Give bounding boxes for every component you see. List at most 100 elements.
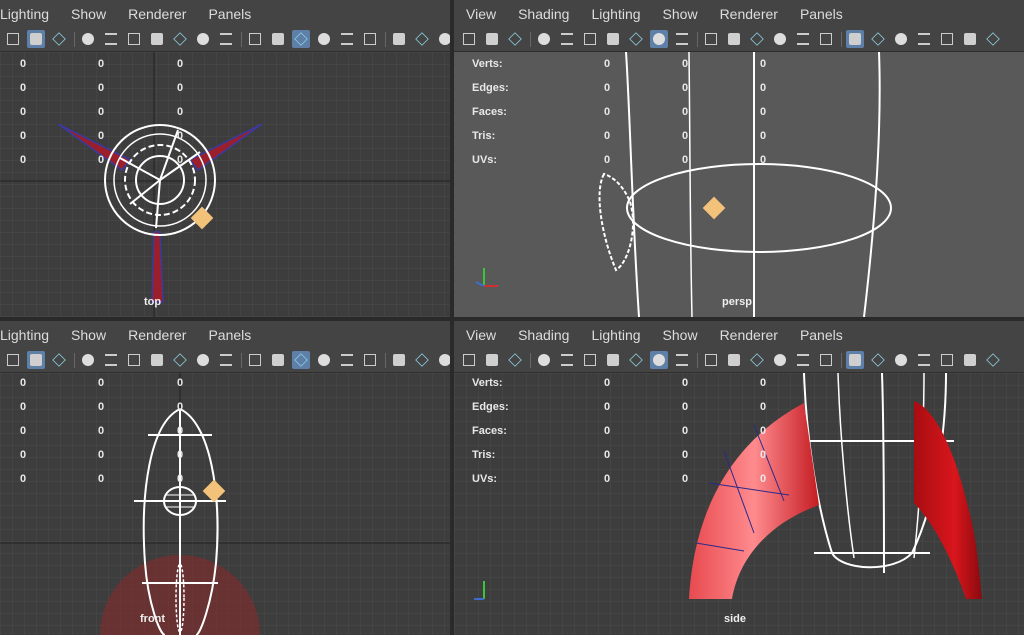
safe-action-button[interactable] [217, 351, 235, 369]
panel-side-view[interactable]: View Shading Lighting Show Renderer Panels [454, 321, 1024, 635]
motion-blur-button[interactable] [915, 30, 933, 48]
wireframe-on-shaded-button[interactable] [315, 30, 333, 48]
image-plane-button[interactable] [506, 351, 524, 369]
xray-button[interactable] [794, 30, 812, 48]
gate-mask-button[interactable] [627, 30, 645, 48]
use-lights-button[interactable] [390, 30, 408, 48]
safe-title-button[interactable] [246, 351, 264, 369]
safe-action-button[interactable] [673, 30, 691, 48]
film-gate-button[interactable] [125, 351, 143, 369]
menu-panels[interactable]: Panels [800, 6, 865, 22]
shadows-button[interactable] [413, 351, 431, 369]
field-chart-button[interactable] [194, 351, 212, 369]
panel-top-view[interactable]: Lighting Show Renderer Panels 0 0 0 0 0 … [0, 0, 450, 317]
safe-action-button[interactable] [217, 30, 235, 48]
gate-mask-button[interactable] [171, 351, 189, 369]
camera-button[interactable] [938, 30, 956, 48]
safe-title-button[interactable] [702, 30, 720, 48]
menu-shading[interactable]: Shading [518, 327, 591, 343]
bookmark-button[interactable] [27, 351, 45, 369]
image-plane-button[interactable] [984, 30, 1002, 48]
safe-action-button[interactable] [673, 351, 691, 369]
film-gate-button[interactable] [125, 30, 143, 48]
safe-title-button[interactable] [702, 351, 720, 369]
bookmark-button[interactable] [961, 30, 979, 48]
menu-lighting[interactable]: Lighting [0, 6, 71, 22]
bookmark-button[interactable] [27, 30, 45, 48]
use-lights-button[interactable] [846, 30, 864, 48]
select-camera-button[interactable] [79, 351, 97, 369]
menu-lighting[interactable]: Lighting [0, 327, 71, 343]
bookmark-button[interactable] [961, 351, 979, 369]
wireframe-on-shaded-button[interactable] [771, 351, 789, 369]
safe-title-button[interactable] [246, 30, 264, 48]
xray-button[interactable] [794, 351, 812, 369]
image-plane-button[interactable] [506, 30, 524, 48]
wireframe-button[interactable] [269, 351, 287, 369]
wireframe-on-shaded-button[interactable] [315, 351, 333, 369]
smooth-shade-button[interactable] [748, 30, 766, 48]
viewport-top[interactable]: 0 0 0 0 0 0 0 0 0 0 0 0 0 0 0 top [0, 52, 450, 317]
field-chart-button[interactable] [650, 351, 668, 369]
ambient-occlusion-button[interactable] [436, 30, 450, 48]
field-chart-button[interactable] [194, 30, 212, 48]
shadows-button[interactable] [413, 30, 431, 48]
menu-lighting[interactable]: Lighting [591, 327, 662, 343]
shadows-button[interactable] [869, 30, 887, 48]
viewport-side[interactable]: Verts: Edges: Faces: Tris: UVs: 00000 00000 … [454, 373, 1024, 635]
menu-lighting[interactable]: Lighting [591, 6, 662, 22]
menu-renderer[interactable]: Renderer [128, 6, 208, 22]
menu-show[interactable]: Show [663, 327, 720, 343]
image-plane-button[interactable] [50, 351, 68, 369]
textured-button[interactable] [361, 351, 379, 369]
gate-mask-button[interactable] [627, 351, 645, 369]
film-gate-button[interactable] [581, 30, 599, 48]
smooth-shade-button[interactable] [748, 351, 766, 369]
grid-toggle-button[interactable] [102, 351, 120, 369]
use-lights-button[interactable] [390, 351, 408, 369]
resolution-gate-button[interactable] [148, 30, 166, 48]
select-camera-button[interactable] [79, 30, 97, 48]
xray-button[interactable] [338, 30, 356, 48]
image-plane-button[interactable] [984, 351, 1002, 369]
smooth-shade-button[interactable] [292, 351, 310, 369]
use-lights-button[interactable] [846, 351, 864, 369]
textured-button[interactable] [817, 351, 835, 369]
menu-show[interactable]: Show [71, 327, 128, 343]
camera-button[interactable] [460, 351, 478, 369]
menu-panels[interactable]: Panels [208, 327, 273, 343]
ambient-occlusion-button[interactable] [892, 30, 910, 48]
menu-show[interactable]: Show [663, 6, 720, 22]
menu-panels[interactable]: Panels [800, 327, 865, 343]
camera-button[interactable] [938, 351, 956, 369]
menu-show[interactable]: Show [71, 6, 128, 22]
resolution-gate-button[interactable] [604, 351, 622, 369]
pane-divider[interactable] [0, 317, 1024, 321]
gate-mask-button[interactable] [171, 30, 189, 48]
menu-view[interactable]: View [466, 6, 518, 22]
wireframe-on-shaded-button[interactable] [771, 30, 789, 48]
smooth-shade-button[interactable] [292, 30, 310, 48]
wireframe-button[interactable] [269, 30, 287, 48]
film-gate-button[interactable] [581, 351, 599, 369]
camera-button[interactable] [460, 30, 478, 48]
shadows-button[interactable] [869, 351, 887, 369]
xray-button[interactable] [338, 351, 356, 369]
panel-front-view[interactable]: Lighting Show Renderer Panels 0 0 0 0 0 … [0, 321, 450, 635]
menu-view[interactable]: View [466, 327, 518, 343]
menu-panels[interactable]: Panels [208, 6, 273, 22]
wireframe-button[interactable] [725, 351, 743, 369]
menu-renderer[interactable]: Renderer [128, 327, 208, 343]
viewport-front[interactable]: 0 0 0 0 0 0 0 0 0 0 0 0 0 0 0 front [0, 373, 450, 635]
resolution-gate-button[interactable] [148, 351, 166, 369]
textured-button[interactable] [361, 30, 379, 48]
camera-button[interactable] [4, 30, 22, 48]
grid-toggle-button[interactable] [558, 351, 576, 369]
textured-button[interactable] [817, 30, 835, 48]
image-plane-button[interactable] [50, 30, 68, 48]
resolution-gate-button[interactable] [604, 30, 622, 48]
select-camera-button[interactable] [535, 351, 553, 369]
select-camera-button[interactable] [535, 30, 553, 48]
motion-blur-button[interactable] [915, 351, 933, 369]
bookmark-button[interactable] [483, 351, 501, 369]
